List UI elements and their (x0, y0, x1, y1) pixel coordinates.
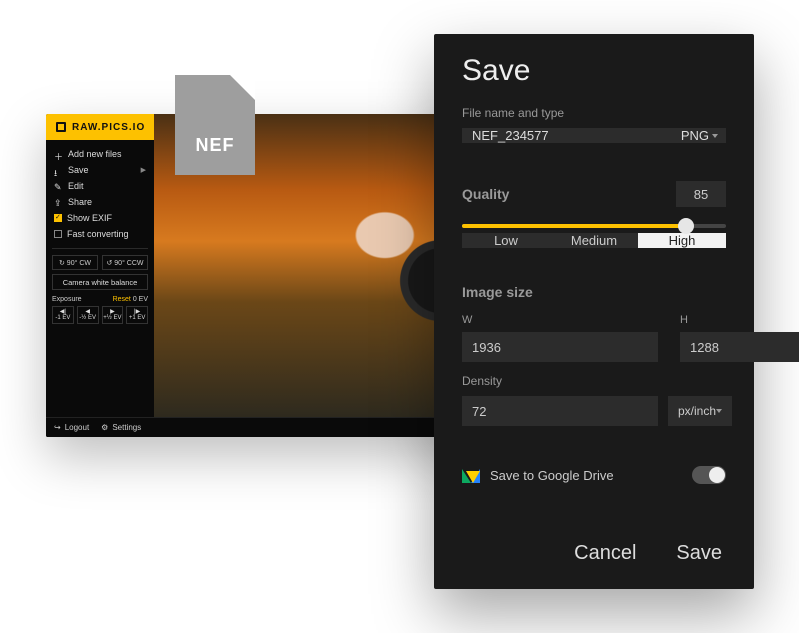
google-drive-row: Save to Google Drive (462, 462, 726, 488)
editor-sidebar: ＋ Add new files ⭳ Save ▶ ✎ Edit ⇪ Share … (46, 140, 154, 437)
sidebar-item-label: Add new files (68, 149, 122, 159)
file-name-row: PNG (462, 128, 726, 143)
download-icon: ⭳ (54, 166, 63, 175)
file-name-label: File name and type (462, 106, 726, 120)
rotate-cw-button[interactable]: ↻ 90° CW (52, 255, 98, 270)
file-ext-label: NEF (175, 135, 255, 156)
ev-minus-1-button[interactable]: ◀|-1 EV (52, 306, 74, 324)
sidebar-item-share[interactable]: ⇪ Share (52, 194, 148, 210)
ev-minus-half-button[interactable]: ◀-½ EV (77, 306, 99, 324)
divider (52, 248, 148, 249)
quality-input[interactable] (676, 181, 726, 207)
rotate-ccw-button[interactable]: ↺ 90° CCW (102, 255, 148, 270)
file-type-badge: NEF (175, 75, 255, 175)
height-label: H (680, 314, 799, 326)
sidebar-item-save[interactable]: ⭳ Save ▶ (52, 162, 148, 178)
file-type-value: PNG (681, 128, 709, 143)
google-drive-toggle[interactable] (692, 466, 726, 484)
height-input[interactable] (680, 332, 799, 362)
sidebar-item-fast-converting[interactable]: Fast converting (52, 226, 148, 242)
image-size-label: Image size (462, 284, 726, 300)
quality-label: Quality (462, 186, 509, 202)
pencil-icon: ✎ (54, 182, 63, 191)
density-unit-value: px/inch (678, 404, 716, 418)
density-input[interactable] (462, 396, 658, 426)
logout-label: Logout (65, 423, 89, 432)
logout-icon: ↪ (54, 423, 61, 432)
slider-fill (462, 224, 686, 228)
toggle-knob (709, 467, 725, 483)
slider-handle[interactable] (678, 218, 694, 234)
density-label: Density (462, 374, 726, 388)
ev-plus-half-button[interactable]: ▶+½ EV (102, 306, 124, 324)
share-icon: ⇪ (54, 198, 63, 207)
exposure-steps: ◀|-1 EV ◀-½ EV ▶+½ EV |▶+1 EV (52, 306, 148, 324)
plus-icon: ＋ (54, 150, 63, 159)
checkbox-checked-icon (54, 214, 62, 222)
exposure-label: Exposure (52, 296, 82, 303)
chevron-right-icon: ▶ (141, 166, 146, 174)
gear-icon: ⚙ (101, 423, 108, 432)
ev-plus-1-button[interactable]: |▶+1 EV (126, 306, 148, 324)
logout-button[interactable]: ↪ Logout (54, 423, 89, 432)
brand-logo-icon (56, 122, 66, 132)
sidebar-item-label: Edit (68, 181, 84, 191)
quality-low-button[interactable]: Low (462, 233, 550, 248)
exposure-value: 0 EV (133, 296, 148, 303)
google-drive-icon (462, 467, 480, 483)
brand-name: RAW.PICS.IO (72, 122, 145, 133)
sidebar-item-label: Save (68, 165, 89, 175)
quality-medium-button[interactable]: Medium (550, 233, 638, 248)
save-dialog: Save File name and type PNG Quality Low … (434, 34, 754, 589)
checkbox-empty-icon (54, 230, 62, 238)
file-name-input[interactable] (462, 128, 677, 143)
density-unit-select[interactable]: px/inch (668, 396, 732, 426)
dialog-actions: Cancel Save (462, 520, 726, 589)
settings-button[interactable]: ⚙ Settings (101, 423, 141, 432)
quality-high-button[interactable]: High (638, 233, 726, 248)
sidebar-item-label: Fast converting (67, 229, 129, 239)
cancel-button[interactable]: Cancel (574, 542, 636, 565)
quality-segmented: Low Medium High (462, 233, 726, 248)
save-button[interactable]: Save (676, 542, 722, 565)
file-type-select[interactable]: PNG (677, 128, 726, 143)
sidebar-item-edit[interactable]: ✎ Edit (52, 178, 148, 194)
settings-label: Settings (112, 423, 141, 432)
sidebar-item-label: Show EXIF (67, 213, 112, 223)
dialog-title: Save (462, 54, 726, 88)
sidebar-item-label: Share (68, 197, 92, 207)
width-label: W (462, 314, 658, 326)
width-input[interactable] (462, 332, 658, 362)
chevron-down-icon (716, 409, 722, 413)
google-drive-label: Save to Google Drive (490, 468, 614, 483)
exposure-reset-button[interactable]: Reset (113, 296, 131, 303)
brand-bar: RAW.PICS.IO (46, 114, 155, 140)
quality-row: Quality (462, 181, 726, 207)
file-fold (230, 75, 255, 100)
chevron-down-icon (712, 134, 718, 138)
white-balance-button[interactable]: Camera white balance (52, 274, 148, 290)
sidebar-item-add-files[interactable]: ＋ Add new files (52, 146, 148, 162)
exposure-header: Exposure Reset 0 EV (52, 296, 148, 303)
sidebar-item-show-exif[interactable]: Show EXIF (52, 210, 148, 226)
